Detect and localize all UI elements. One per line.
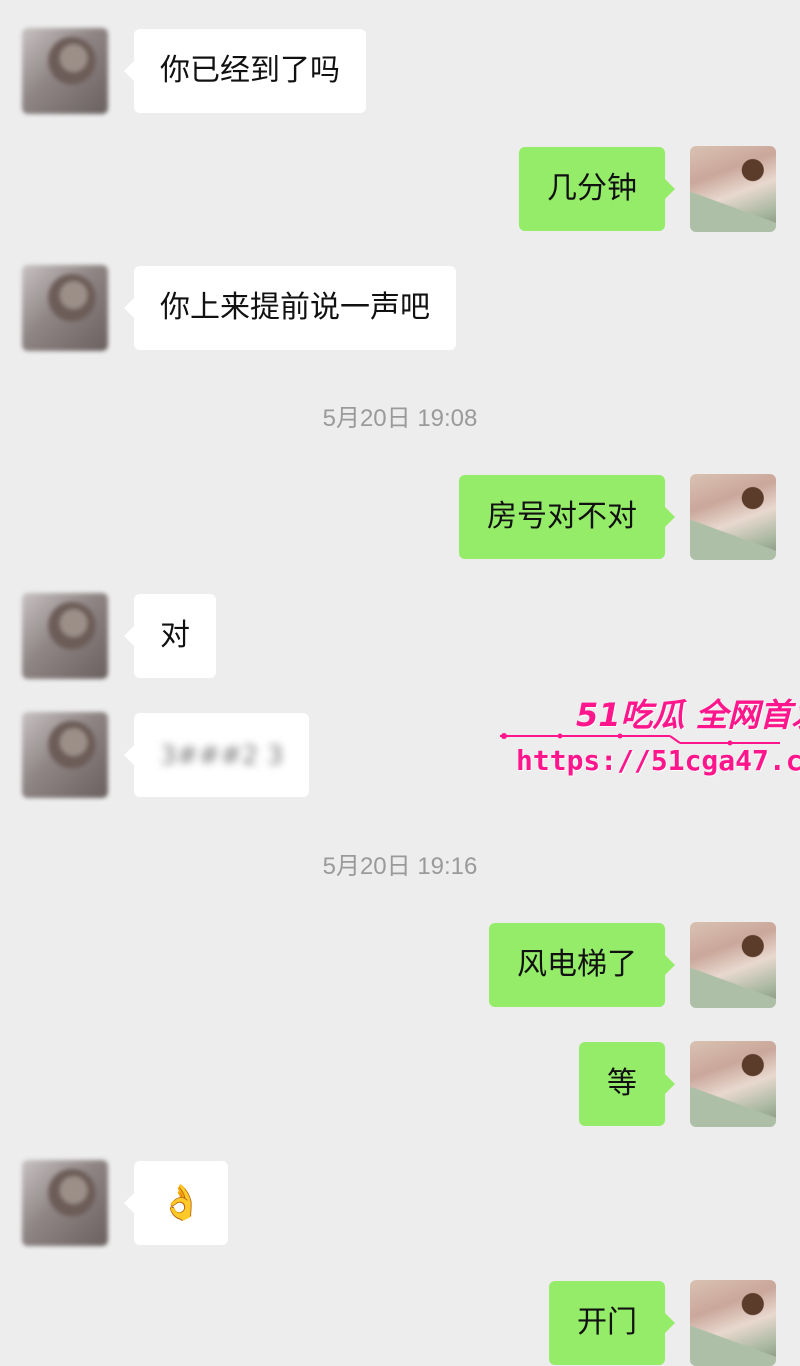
- my-avatar[interactable]: [690, 146, 776, 232]
- watermark-brand: 51吃瓜 全网首发: [576, 696, 800, 734]
- ok-hand-emoji-icon: 👌: [160, 1183, 203, 1223]
- message-row-outgoing: 等: [0, 1041, 800, 1127]
- message-row-incoming: 你上来提前说一声吧: [0, 265, 800, 351]
- message-row-outgoing: 几分钟: [0, 146, 800, 232]
- message-row-incoming: 对: [0, 593, 800, 679]
- contact-avatar[interactable]: [22, 712, 108, 798]
- message-bubble[interactable]: 👌: [123, 1161, 229, 1245]
- message-bubble[interactable]: 几分钟: [519, 147, 675, 231]
- my-avatar[interactable]: [690, 1280, 776, 1366]
- watermark: 51吃瓜 全网首发 https://51cga47.com: [500, 690, 800, 790]
- message-bubble[interactable]: 等: [579, 1042, 675, 1126]
- timestamp: 5月20日 19:08: [322, 405, 478, 432]
- message-row-outgoing: 开门: [0, 1280, 800, 1366]
- contact-avatar[interactable]: [22, 265, 108, 351]
- contact-avatar[interactable]: [22, 593, 108, 679]
- message-row-outgoing: 房号对不对: [0, 474, 800, 560]
- my-avatar[interactable]: [690, 922, 776, 1008]
- message-bubble[interactable]: 对: [124, 594, 216, 678]
- message-row-incoming: 👌: [0, 1160, 800, 1246]
- message-bubble[interactable]: 你已经到了吗: [124, 29, 366, 113]
- message-bubble-blurred[interactable]: 3###2 3: [123, 713, 310, 797]
- message-row-outgoing: 风电梯了: [0, 922, 800, 1008]
- blurred-text: 3###2 3: [160, 741, 284, 771]
- my-avatar[interactable]: [690, 1041, 776, 1127]
- contact-avatar[interactable]: [22, 28, 108, 114]
- my-avatar[interactable]: [690, 474, 776, 560]
- message-bubble[interactable]: 风电梯了: [489, 923, 675, 1007]
- message-row-incoming: 你已经到了吗: [0, 28, 800, 114]
- contact-avatar[interactable]: [22, 1160, 108, 1246]
- timestamp: 5月20日 19:16: [322, 853, 478, 880]
- chat-conversation[interactable]: 你已经到了吗 几分钟 你上来提前说一声吧 5月20日 19:08 房号对不对 对…: [0, 0, 800, 1366]
- watermark-url: https://51cga47.com: [516, 744, 800, 777]
- message-bubble[interactable]: 你上来提前说一声吧: [124, 266, 456, 350]
- message-bubble[interactable]: 开门: [549, 1281, 675, 1365]
- message-bubble[interactable]: 房号对不对: [459, 475, 675, 559]
